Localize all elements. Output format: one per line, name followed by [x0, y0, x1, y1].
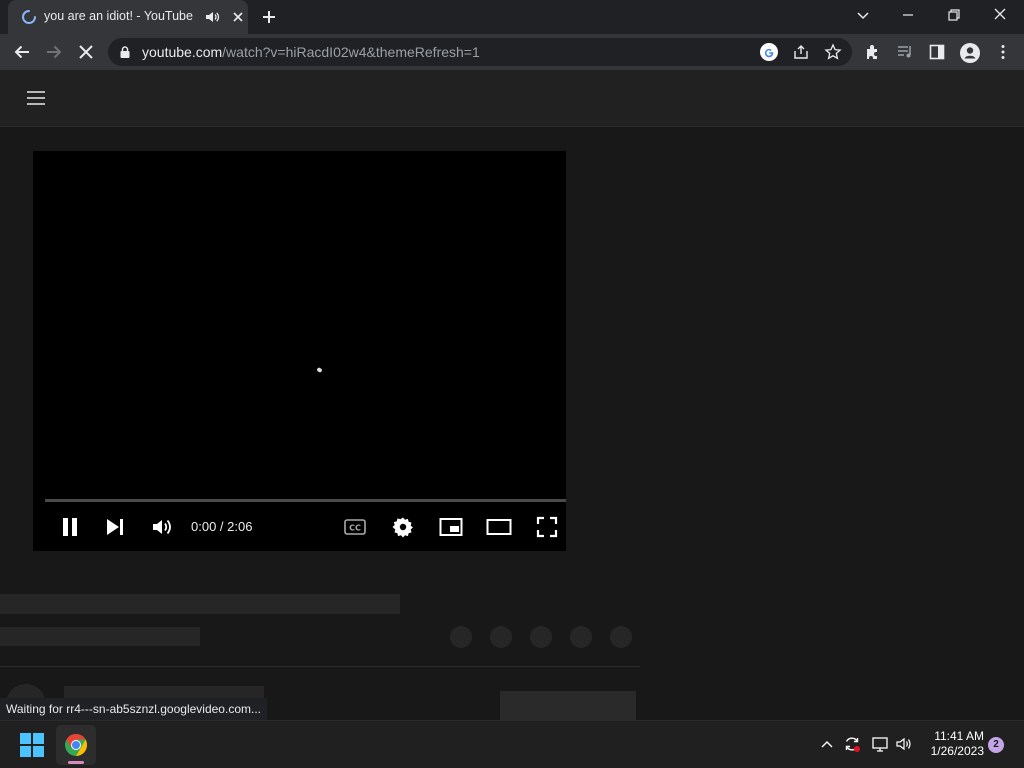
url-path: /watch?v=hiRacdI02w4&themeRefresh=1 [222, 44, 480, 60]
sync-icon[interactable] [843, 735, 861, 753]
hamburger-menu-icon[interactable] [26, 89, 46, 107]
action-placeholder [610, 626, 632, 648]
new-tab-button[interactable] [260, 8, 278, 26]
chrome-icon [65, 734, 87, 756]
title-placeholder [0, 594, 400, 614]
back-arrow-icon[interactable] [12, 42, 32, 62]
loading-spinner-icon [21, 9, 37, 25]
next-icon[interactable] [104, 515, 126, 539]
tab-search-button[interactable] [855, 7, 871, 23]
action-placeholder [490, 626, 512, 648]
clock-date: 1/26/2023 [930, 744, 984, 758]
notification-badge[interactable]: 2 [988, 737, 1004, 753]
fullscreen-icon[interactable] [535, 515, 559, 539]
divider [0, 666, 640, 667]
action-placeholder [450, 626, 472, 648]
browser-tab[interactable]: you are an idiot! - YouTube [8, 0, 248, 34]
time-display: 0:00 / 2:06 [191, 519, 253, 534]
action-placeholder [530, 626, 552, 648]
tab-strip: you are an idiot! - YouTube [0, 0, 1024, 34]
star-icon[interactable] [824, 43, 842, 61]
theater-mode-icon[interactable] [486, 515, 512, 539]
button-placeholder [500, 691, 636, 721]
tab-title: you are an idiot! - YouTube [44, 9, 193, 23]
close-window-button[interactable] [992, 6, 1008, 22]
url-text: youtube.com/watch?v=hiRacdI02w4&themeRef… [142, 44, 480, 60]
close-icon[interactable] [230, 9, 246, 25]
action-placeholder [570, 626, 592, 648]
chrome-taskbar-button[interactable] [56, 725, 96, 765]
address-bar[interactable]: youtube.com/watch?v=hiRacdI02w4&themeRef… [108, 38, 852, 66]
forward-arrow-icon[interactable] [44, 42, 64, 62]
speaker-icon[interactable] [895, 735, 913, 753]
settings-icon[interactable] [391, 515, 415, 539]
audio-playing-icon[interactable] [204, 9, 220, 25]
extensions-icon[interactable] [864, 43, 882, 61]
clock-time: 11:41 AM [934, 729, 984, 743]
pause-icon[interactable] [59, 515, 81, 539]
windows-start-icon[interactable] [20, 733, 44, 757]
loading-indicator [316, 366, 323, 374]
share-icon[interactable] [792, 43, 810, 61]
google-icon[interactable] [760, 43, 778, 61]
kebab-menu-icon[interactable] [994, 43, 1012, 61]
channel-placeholder [0, 627, 200, 646]
stop-icon[interactable] [76, 42, 96, 62]
youtube-header [0, 70, 1024, 127]
taskbar: 11:41 AM 1/26/2023 2 [0, 720, 1024, 768]
chevron-up-icon[interactable] [820, 737, 834, 751]
captions-icon[interactable]: CC [343, 515, 367, 539]
lock-icon[interactable] [118, 45, 132, 59]
side-panel-icon[interactable] [928, 43, 946, 61]
svg-text:CC: CC [349, 524, 361, 533]
url-host: youtube.com [142, 44, 223, 60]
running-indicator [68, 761, 84, 764]
volume-icon[interactable] [150, 515, 174, 539]
network-icon[interactable] [871, 735, 889, 753]
progress-bar[interactable] [45, 499, 566, 502]
media-control-icon[interactable] [896, 43, 914, 61]
restore-button[interactable] [946, 7, 962, 23]
minimize-button[interactable] [900, 7, 916, 23]
miniplayer-icon[interactable] [439, 515, 463, 539]
video-player[interactable]: 0:00 / 2:06 CC [33, 151, 566, 551]
profile-icon[interactable] [960, 43, 980, 63]
browser-toolbar: youtube.com/watch?v=hiRacdI02w4&themeRef… [0, 34, 1024, 70]
status-bubble: Waiting for rr4---sn-ab5sznzl.googlevide… [0, 698, 267, 720]
clock[interactable]: 11:41 AM 1/26/2023 [918, 729, 984, 759]
